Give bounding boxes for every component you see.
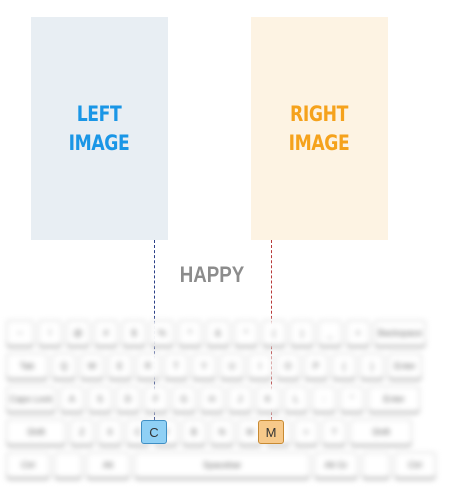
keyboard-key[interactable]: B: [182, 419, 206, 445]
keyboard-key[interactable]: +: [346, 320, 370, 346]
keyboard-key[interactable]: U: [220, 353, 244, 379]
keyboard-key[interactable]: N: [210, 419, 234, 445]
keyboard-key[interactable]: D: [116, 386, 140, 412]
keyboard-key[interactable]: Enter: [368, 386, 420, 412]
keyboard-key[interactable]: W: [80, 353, 104, 379]
keyboard-key[interactable]: Ctrl: [6, 452, 50, 478]
keyboard-key[interactable]: %: [150, 320, 174, 346]
keyboard-key[interactable]: Backspace: [374, 320, 426, 346]
keyboard-key[interactable]: P: [304, 353, 328, 379]
keyboard-key[interactable]: }: [360, 353, 384, 379]
keyboard-key[interactable]: Q: [52, 353, 76, 379]
keyboard-key[interactable]: Ctrl: [394, 452, 436, 478]
keyboard-key[interactable]: E: [108, 353, 132, 379]
left-image-panel: LEFT IMAGE: [31, 17, 168, 240]
keyboard-row: Tab Q W E R T Y U I O P{} Enter: [6, 353, 422, 379]
keyboard-key[interactable]: ~: [6, 320, 34, 346]
keyboard-key[interactable]: [54, 452, 82, 478]
keyboard-key[interactable]: ": [340, 386, 364, 412]
keyboard-key[interactable]: K: [256, 386, 280, 412]
keyboard-key[interactable]: H: [200, 386, 224, 412]
left-image-label: LEFT IMAGE: [69, 101, 130, 155]
keyboard-key[interactable]: @: [66, 320, 90, 346]
keyboard: ~! @ # $% ^ & *() _ + Backspace Tab Q W E R T Y U I O P{} Ent…: [6, 318, 448, 483]
keyboard-key[interactable]: O: [276, 353, 300, 379]
keyboard-key[interactable]: F: [144, 386, 168, 412]
keyboard-key[interactable]: $: [122, 320, 146, 346]
keyboard-key[interactable]: G: [172, 386, 196, 412]
keyboard-key[interactable]: &: [206, 320, 230, 346]
keyboard-key[interactable]: Spacebar: [134, 452, 310, 478]
keyboard-key[interactable]: >: [294, 419, 318, 445]
keyboard-key[interactable]: Y: [192, 353, 216, 379]
keyboard-row: Ctrl Alt Spacebar Alt Gr Ctrl: [6, 452, 436, 478]
keyboard-key[interactable]: Caps Lock: [6, 386, 56, 412]
keyboard-key[interactable]: ^: [178, 320, 202, 346]
keyboard-key[interactable]: !: [38, 320, 62, 346]
keyboard-key[interactable]: [362, 452, 390, 478]
keyboard-key[interactable]: T: [164, 353, 188, 379]
right-image-panel: RIGHT IMAGE: [251, 17, 388, 240]
keyboard-key[interactable]: *: [234, 320, 258, 346]
keyboard-key[interactable]: (: [262, 320, 286, 346]
keyboard-key[interactable]: Enter: [388, 353, 422, 379]
keyboard-key[interactable]: Shift: [6, 419, 66, 445]
keyboard-key[interactable]: ): [290, 320, 314, 346]
keyboard-key[interactable]: Tab: [6, 353, 48, 379]
keyboard-key[interactable]: #: [94, 320, 118, 346]
emotion-label: HAPPY: [179, 262, 245, 287]
keyboard-key[interactable]: I: [248, 353, 272, 379]
keyboard-key[interactable]: Shift: [350, 419, 412, 445]
keyboard-key[interactable]: R: [136, 353, 160, 379]
keyboard-key[interactable]: Alt Gr: [314, 452, 358, 478]
keyboard-key[interactable]: _: [318, 320, 342, 346]
keyboard-key[interactable]: S: [88, 386, 112, 412]
keyboard-row: ShiftZXCVBNM<>?Shift: [6, 419, 412, 445]
keyboard-key[interactable]: A: [60, 386, 84, 412]
keyboard-key[interactable]: {: [332, 353, 356, 379]
keyboard-row: ~! @ # $% ^ & *() _ + Backspace: [6, 320, 426, 346]
keyboard-key[interactable]: J: [228, 386, 252, 412]
keyboard-key[interactable]: :: [312, 386, 336, 412]
key-m-highlight[interactable]: M: [258, 420, 284, 444]
keyboard-key[interactable]: Alt: [86, 452, 130, 478]
keyboard-row: Caps Lock A S D F G H J K L: " Enter: [6, 386, 420, 412]
keyboard-key[interactable]: Z: [70, 419, 94, 445]
right-image-label: RIGHT IMAGE: [289, 101, 350, 155]
keyboard-key[interactable]: X: [98, 419, 122, 445]
keyboard-key[interactable]: ?: [322, 419, 346, 445]
key-c-highlight[interactable]: C: [141, 420, 167, 444]
keyboard-key[interactable]: L: [284, 386, 308, 412]
